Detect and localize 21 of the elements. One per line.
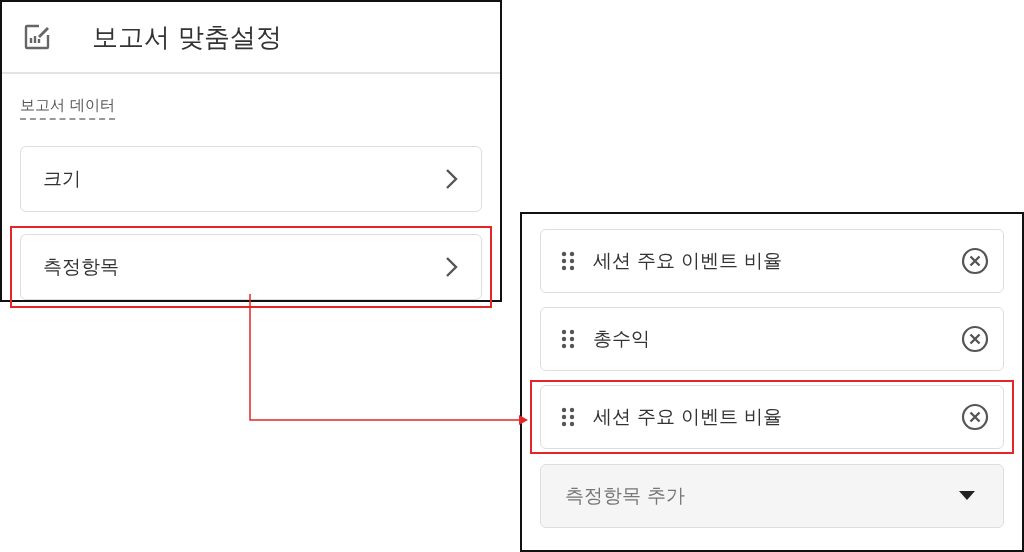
drag-handle-icon[interactable] xyxy=(561,329,575,349)
remove-icon[interactable] xyxy=(961,325,989,353)
metric-chip[interactable]: 총수익 xyxy=(540,307,1004,371)
settings-row[interactable]: 크기 xyxy=(20,146,482,212)
chevron-right-icon xyxy=(445,256,459,278)
section-label: 보고서 데이터 xyxy=(20,96,115,120)
panel-title: 보고서 맞춤설정 xyxy=(92,20,283,54)
drag-handle-icon[interactable] xyxy=(561,407,575,427)
metric-label: 세션 주요 이벤트 비율 xyxy=(593,248,784,273)
remove-icon[interactable] xyxy=(961,403,989,431)
chevron-right-icon xyxy=(445,168,459,190)
caret-icon xyxy=(959,491,975,501)
metric-chip[interactable]: 세션 주요 이벤트 비율 xyxy=(540,229,1004,293)
metric-chip[interactable]: 세션 주요 이벤트 비율 xyxy=(540,385,1004,449)
add-metric-dropdown[interactable]: 측정항목 추가 xyxy=(540,464,1004,528)
drag-handle-icon[interactable] xyxy=(561,251,575,271)
remove-icon[interactable] xyxy=(961,247,989,275)
report-edit-icon xyxy=(22,22,52,52)
metric-label: 세션 주요 이벤트 비율 xyxy=(593,404,784,429)
settings-row[interactable]: 측정항목 xyxy=(20,234,482,300)
metric-label: 총수익 xyxy=(593,326,651,351)
